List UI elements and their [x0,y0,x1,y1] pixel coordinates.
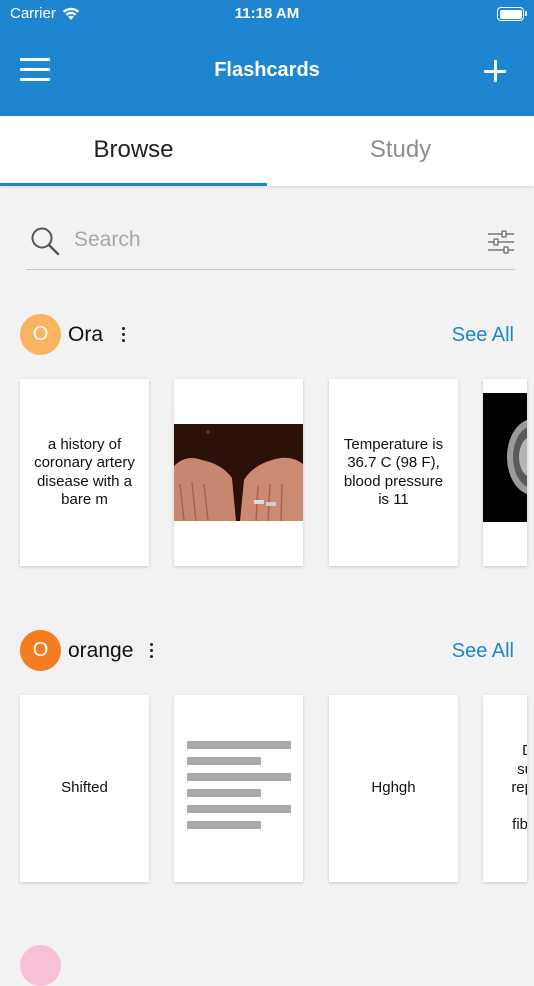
flashcard[interactable]: Shifted [20,695,149,882]
card-text: Temperature is 36.7 C (98 F), blood pres… [343,435,444,509]
avatar: O [20,314,61,355]
deck-title[interactable]: orange [68,639,133,663]
clock: 11:18 AM [234,5,300,22]
see-all-link[interactable]: See All [452,324,514,347]
nav-bar: Flashcards [0,28,534,116]
tab-browse[interactable]: Browse [0,116,267,186]
search-input[interactable]: Search [74,228,141,252]
avatar: O [20,630,61,671]
card-text: Shifted [61,779,108,797]
plus-icon[interactable] [484,60,506,82]
flashcard[interactable] [174,695,303,882]
flashcard[interactable]: D su rep fibr [483,695,527,882]
see-all-link[interactable]: See All [452,640,514,663]
search-bar[interactable]: Search [26,220,515,270]
more-options-icon[interactable] [148,643,154,659]
brain-mri-scan [483,393,527,522]
tab-study[interactable]: Study [267,116,534,186]
deck-header-orange: O orange See All [20,630,514,672]
tab-bar: Browse Study [0,116,534,186]
text-lines-placeholder [186,740,291,837]
search-icon [31,227,60,256]
flashcard[interactable] [174,379,303,566]
tab-study-label: Study [369,136,432,163]
flashcard[interactable]: Temperature is 36.7 C (98 F), blood pres… [329,379,458,566]
more-options-icon[interactable] [120,327,126,343]
flashcard[interactable]: Hghgh [329,695,458,882]
card-text: a history of coronary artery disease wit… [34,435,135,509]
card-text: D su rep fibr [511,742,527,834]
deck-title[interactable]: Ora [68,323,103,347]
flashcard[interactable]: a history of coronary artery disease wit… [20,379,149,566]
tab-browse-label: Browse [93,136,174,163]
hands-photo [174,424,303,521]
card-text: Hghgh [371,779,416,797]
status-bar: Carrier 11:18 AM [0,0,534,28]
avatar [20,945,61,986]
deck-header-ora: O Ora See All [20,314,514,356]
filter-sliders-icon[interactable] [487,230,515,254]
active-tab-indicator [0,183,267,186]
page-title: Flashcards [214,59,320,81]
flashcard[interactable] [483,379,527,566]
battery-icon [497,7,527,21]
